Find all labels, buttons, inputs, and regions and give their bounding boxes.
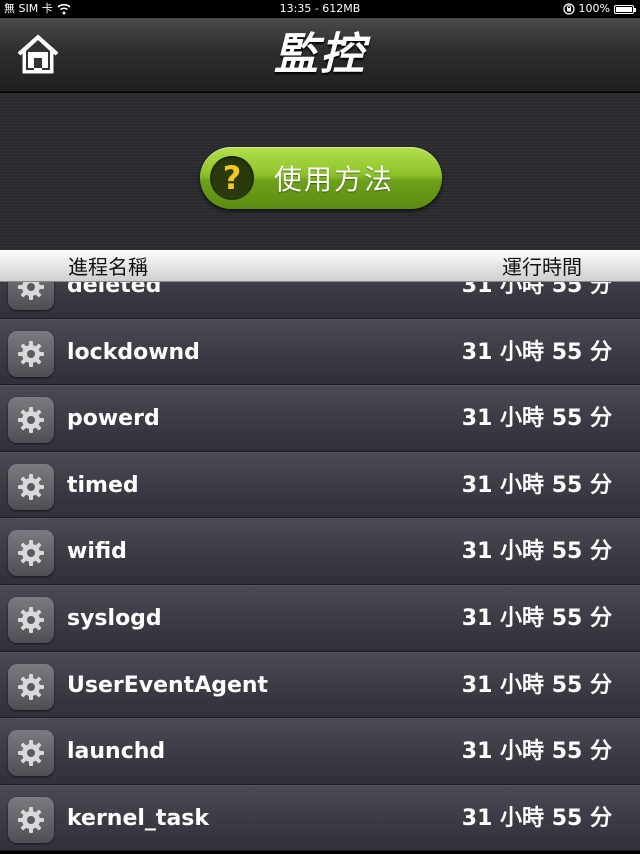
process-uptime: 31 小時 55 分 [461,605,612,631]
process-row[interactable]: deleted 31 小時 55 分 [0,282,640,319]
process-name: kernel_task [67,805,210,831]
process-icon [8,282,54,310]
process-icon [8,397,54,444]
table-header: 進程名稱 運行時間 [0,250,640,282]
process-uptime: 31 小時 55 分 [461,739,612,765]
process-uptime: 31 小時 55 分 [461,805,612,831]
status-right: 100% [562,0,636,18]
process-uptime: 31 小時 55 分 [461,539,612,565]
help-button-label: 使用方法 [274,163,395,196]
process-row[interactable]: launchd 31 小時 55 分 [0,718,640,785]
process-icon [8,796,54,843]
nav-bar: 監控 [0,18,640,92]
process-name: syslogd [67,605,162,631]
process-row[interactable]: syslogd 31 小時 55 分 [0,584,640,652]
question-icon: ? [210,156,254,200]
process-icon [8,330,54,377]
process-name: powerd [67,406,160,432]
help-button[interactable]: ? 使用方法 [200,147,442,209]
gear-icon [18,473,44,500]
gear-icon [18,282,44,300]
process-name: launchd [67,739,166,765]
process-row[interactable]: timed 31 小時 55 分 [0,451,640,519]
gear-icon [18,740,44,767]
process-row[interactable]: wifid 31 小時 55 分 [0,518,640,585]
process-uptime: 31 小時 55 分 [461,339,612,365]
process-icon [8,730,54,777]
process-uptime: 31 小時 55 分 [461,472,612,498]
process-row[interactable]: lockdownd 31 小時 55 分 [0,318,640,386]
status-bar: 無 SIM 卡 13:35 - 612MB 100% [0,0,640,18]
process-name: deleted [67,282,162,298]
battery-percent: 100% [578,2,610,15]
process-list[interactable]: deleted 31 小時 55 分 lockdownd 31 小時 55 分 powe… [0,282,640,854]
process-name: UserEventAgent [67,672,269,698]
page-title: 監控 [274,29,366,80]
process-row[interactable]: powerd 31 小時 55 分 [0,385,640,452]
process-icon [8,663,54,710]
gear-icon [18,806,44,833]
process-name: timed [67,472,139,498]
gear-icon [18,340,44,367]
process-icon [8,463,54,510]
process-row[interactable]: kernel_task 31 小時 55 分 [0,784,640,852]
status-time: 13:35 - 612MB [279,2,361,15]
process-name: lockdownd [67,339,200,365]
gear-icon [18,673,44,700]
battery-icon [614,4,636,14]
gear-icon [18,606,44,633]
process-uptime: 31 小時 55 分 [461,282,612,298]
process-icon [8,596,54,643]
rotation-lock-icon [562,3,575,15]
process-icon [8,530,54,577]
column-header-time: 運行時間 [502,255,582,279]
process-uptime: 31 小時 55 分 [461,672,612,698]
process-uptime: 31 小時 55 分 [461,406,612,432]
main-area: ? 使用方法 [0,93,640,250]
process-name: wifid [67,539,127,565]
gear-icon [18,407,44,434]
column-header-name: 進程名稱 [68,255,148,279]
gear-icon [18,540,44,567]
process-row[interactable]: UserEventAgent 31 小時 55 分 [0,651,640,719]
